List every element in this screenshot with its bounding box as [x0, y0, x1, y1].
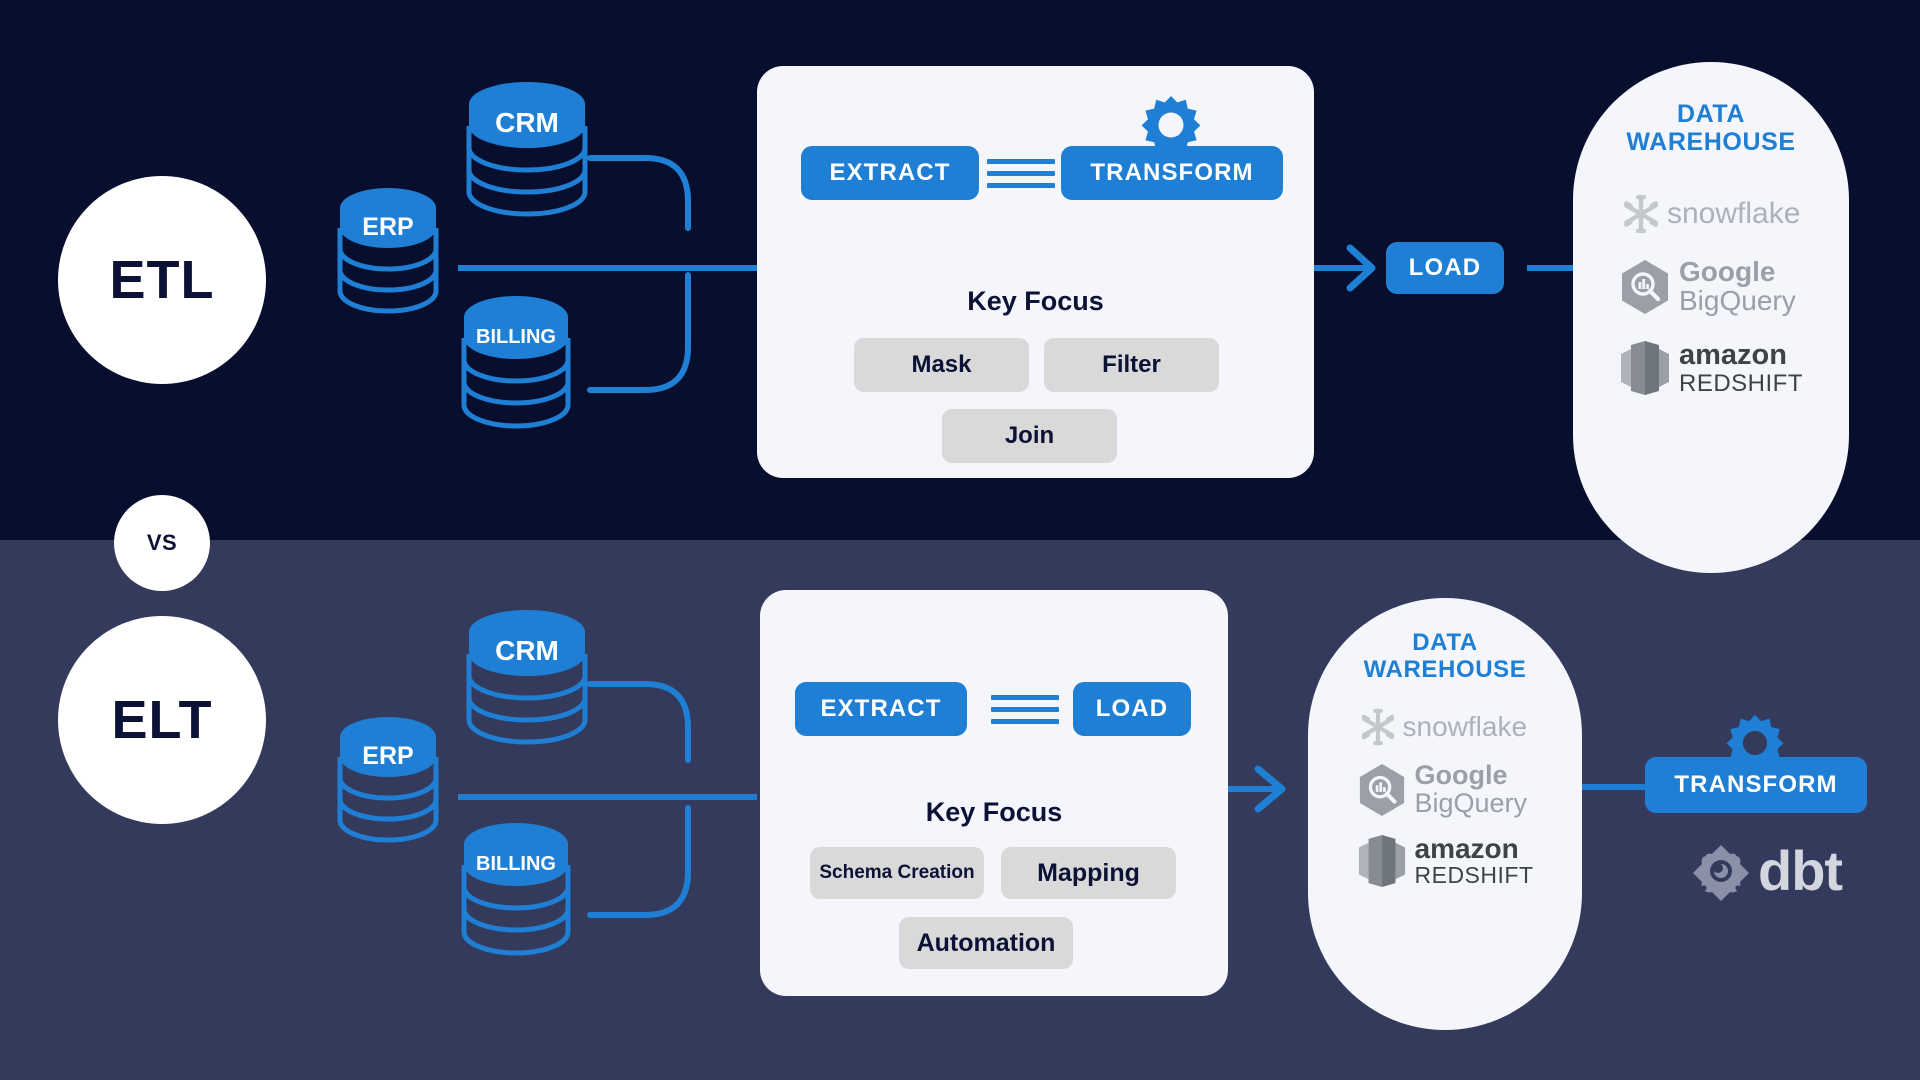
etl-stage-connector-icon [987, 159, 1055, 188]
etl-logo-redshift-word-top: amazon [1679, 339, 1787, 372]
etl-key-focus-chip-2-label: Filter [1102, 351, 1161, 378]
elt-key-focus-chip-2-label: Mapping [1037, 858, 1140, 887]
elt-source-erp[interactable]: ERP [336, 717, 440, 844]
google-bigquery-icon [1619, 258, 1671, 316]
elt-load-button[interactable]: LOAD [1073, 682, 1191, 736]
google-bigquery-icon [1357, 762, 1407, 818]
etl-key-focus-chip-1[interactable]: Mask [854, 338, 1029, 392]
etl-extract-button[interactable]: EXTRACT [801, 146, 979, 200]
database-cylinder-icon [466, 610, 588, 745]
vs-label-text: VS [146, 530, 178, 555]
elt-key-focus-title: Key Focus [925, 797, 1063, 827]
elt-source-billing[interactable]: BILLING [460, 823, 572, 958]
elt-stage-connector-icon [991, 695, 1059, 724]
etl-source-crm[interactable]: CRM [464, 82, 590, 218]
elt-extract-button[interactable]: EXTRACT [795, 682, 967, 736]
etl-data-warehouse: DATA WAREHOUSE snowflake Google BigQuery… [1573, 62, 1849, 573]
etl-logo-snowflake-word: snowflake [1667, 197, 1801, 230]
elt-dbt-logo: dbt [1690, 838, 1843, 903]
etl-load-label: LOAD [1408, 254, 1482, 281]
elt-extract-label: EXTRACT [820, 695, 942, 722]
dbt-icon [1690, 840, 1752, 902]
elt-title-badge: ELT [58, 616, 266, 824]
elt-transform-label: TRANSFORM [1674, 771, 1838, 798]
etl-title-text: ETL [109, 250, 215, 310]
elt-logo-bigquery-word-bottom: BigQuery [1414, 787, 1528, 818]
elt-warehouse-title-line1: DATA [1412, 629, 1478, 656]
database-cylinder-icon [337, 188, 439, 314]
elt-key-focus-chip-2[interactable]: Mapping [1001, 847, 1176, 899]
elt-key-focus-chip-3[interactable]: Automation [899, 917, 1073, 969]
diagram-canvas: ETL VS ELT CRM ERP BILLING EXTRACT TRANS… [0, 0, 1920, 1080]
elt-title-text: ELT [111, 690, 213, 750]
elt-logo-bigquery-word-top: Google [1414, 760, 1508, 791]
elt-logo-redshift-word-top: amazon [1414, 832, 1519, 864]
etl-warehouse-title: DATA WAREHOUSE [1626, 100, 1795, 156]
database-cylinder-icon [466, 82, 588, 217]
etl-load-button[interactable]: LOAD [1386, 242, 1504, 294]
etl-logo-bigquery-word-bottom: BigQuery [1679, 285, 1796, 316]
elt-key-focus-chip-1-label: Schema Creation [819, 862, 975, 883]
elt-logo-snowflake: snowflake [1357, 706, 1528, 748]
elt-data-warehouse: DATA WAREHOUSE snowflake Google BigQuery… [1308, 598, 1582, 1030]
elt-warehouse-title-line2: WAREHOUSE [1363, 655, 1527, 683]
database-cylinder-icon [461, 823, 571, 956]
elt-dbt-word: dbt [1758, 839, 1843, 902]
elt-warehouse-title: DATA WAREHOUSE [1363, 629, 1527, 684]
etl-transform-label: TRANSFORM [1090, 159, 1254, 186]
etl-logo-redshift-text: amazon REDSHIFT [1679, 340, 1803, 396]
etl-key-focus-title: Key Focus [967, 286, 1104, 316]
elt-logo-redshift-word-bottom: REDSHIFT [1414, 862, 1534, 889]
elt-key-focus-chip-1[interactable]: Schema Creation [810, 847, 984, 899]
elt-logo-snowflake-word: snowflake [1402, 710, 1528, 742]
elt-logo-bigquery-text: Google BigQuery [1415, 762, 1528, 817]
elt-load-label: LOAD [1095, 695, 1169, 722]
etl-title-badge: ETL [58, 176, 266, 384]
etl-source-erp[interactable]: ERP [336, 188, 440, 315]
elt-transform-button[interactable]: TRANSFORM [1645, 757, 1867, 813]
etl-logo-redshift: amazon REDSHIFT [1619, 338, 1803, 398]
etl-logo-bigquery-word-top: Google [1679, 256, 1776, 288]
vs-badge: VS [114, 495, 210, 591]
etl-key-focus-chip-1-label: Mask [911, 351, 972, 378]
etl-warehouse-title-line2: WAREHOUSE [1626, 128, 1796, 156]
elt-source-crm[interactable]: CRM [464, 610, 590, 746]
elt-logo-redshift: amazon REDSHIFT [1357, 832, 1534, 890]
etl-key-focus-chip-3-label: Join [1004, 422, 1055, 449]
amazon-redshift-icon [1357, 832, 1407, 890]
etl-logo-bigquery-text: Google BigQuery [1679, 258, 1796, 315]
etl-logo-snowflake: snowflake [1619, 192, 1800, 236]
elt-logo-redshift-text: amazon REDSHIFT [1415, 834, 1534, 888]
elt-key-focus-chip-3-label: Automation [916, 928, 1056, 957]
etl-source-billing[interactable]: BILLING [460, 296, 572, 431]
etl-key-focus-chip-2[interactable]: Filter [1044, 338, 1219, 392]
etl-key-focus-chip-3[interactable]: Join [942, 409, 1117, 463]
snowflake-icon [1357, 706, 1399, 748]
etl-transform-button[interactable]: TRANSFORM [1061, 146, 1283, 200]
etl-logo-bigquery: Google BigQuery [1619, 258, 1796, 316]
etl-extract-label: EXTRACT [829, 159, 951, 186]
amazon-redshift-icon [1619, 338, 1671, 398]
database-cylinder-icon [337, 717, 439, 843]
elt-logo-bigquery: Google BigQuery [1357, 762, 1528, 818]
snowflake-icon [1619, 192, 1663, 236]
database-cylinder-icon [461, 296, 571, 429]
etl-warehouse-title-line1: DATA [1676, 100, 1746, 128]
etl-logo-redshift-word-bottom: REDSHIFT [1679, 369, 1803, 397]
